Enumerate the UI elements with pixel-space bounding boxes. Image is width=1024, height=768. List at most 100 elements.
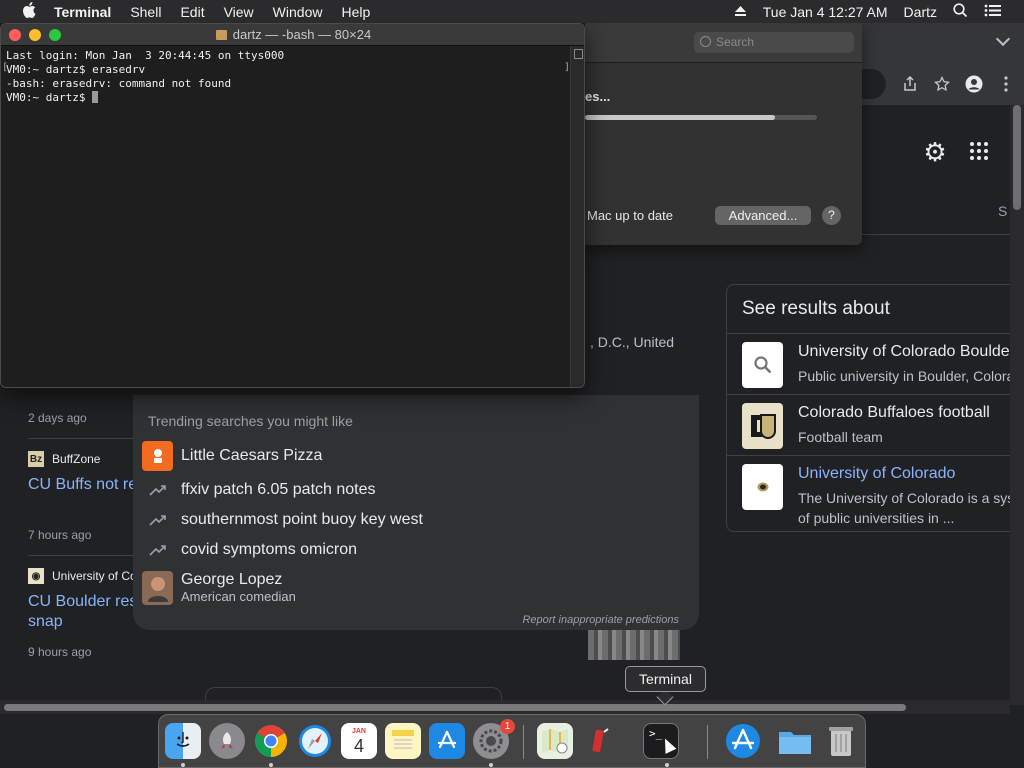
safari-icon[interactable] [297,723,333,759]
automatic-updates-label: Mac up to date [587,208,673,223]
suggestion-item[interactable]: ffxiv patch 6.05 patch notes [142,475,376,505]
terminal-scrollbar[interactable] [570,46,584,387]
dock-separator [523,725,524,759]
suggestion-item[interactable]: George Lopez American comedian [142,571,296,605]
menu-extras: Tue Jan 4 12:27 AM Dartz [734,2,1024,21]
result-subtitle-line2: of public universities in ... [798,510,955,526]
menu-view[interactable]: View [224,4,254,20]
news-title-link[interactable]: CU Buffs not re [28,475,137,495]
trash-icon[interactable] [823,723,859,759]
result-subtitle: Football team [798,429,883,445]
dock: JAN 4 1 >_ [158,714,866,768]
news-source: ◉ University of Co [28,568,137,584]
news-timestamp: 9 hours ago [28,645,92,659]
divider [28,438,148,439]
news-source: Bz BuffZone [28,451,100,467]
result-item[interactable]: University of Colorado Boulde Public uni… [727,334,1024,395]
finder-icon[interactable] [165,723,201,759]
window-titlebar: Search [585,23,862,63]
suggestion-sublabel: American comedian [181,589,296,604]
terminal-titlebar[interactable]: dartz — -bash — 80×24 [1,24,584,46]
advanced-button[interactable]: Advanced... [715,206,811,225]
spotlight-search-icon[interactable] [953,2,968,21]
trending-icon [142,475,173,505]
split-pane-icon[interactable] [574,49,583,59]
report-predictions-link[interactable]: Report inappropriate predictions [522,614,679,626]
progress-fill [585,115,776,120]
app-menu[interactable]: Terminal [54,4,111,20]
apple-menu-icon[interactable] [20,1,38,22]
terminal-line: VM0:~ dartz$ erasedrv [6,63,146,76]
mark-bracket: [ [2,62,9,73]
search-suggestions-dropdown: Trending searches you might like Little … [133,395,699,630]
scroll-thumb[interactable] [4,704,906,711]
divider [28,555,148,556]
chrome-toolbar [860,63,1024,105]
address-bar-end[interactable] [860,69,886,99]
notification-badge: 1 [500,719,515,734]
calendar-day: 4 [353,735,364,756]
chrome-menu-icon[interactable] [990,68,1022,100]
bookmark-star-icon[interactable] [926,68,958,100]
google-apps-icon[interactable] [970,142,992,164]
calendar-icon[interactable]: JAN 4 [341,723,377,759]
terminal-prompt-glyph: >_ [649,727,663,740]
vertical-scrollbar[interactable] [1010,105,1024,705]
menu-window[interactable]: Window [273,4,323,20]
running-indicator [269,763,273,767]
suggestion-item[interactable]: covid symptoms omicron [142,535,357,565]
eject-icon[interactable] [734,4,747,20]
clock[interactable]: Tue Jan 4 12:27 AM [763,4,888,20]
news-title-link[interactable]: CU Boulder res snap [28,592,137,632]
profile-icon[interactable] [958,68,990,100]
suggestion-label: Little Caesars Pizza [181,447,323,464]
horizontal-scrollbar[interactable] [0,700,1010,714]
maps-icon[interactable] [537,723,573,759]
update-progress-bar [585,115,817,120]
location-text-fragment: , D.C., United [590,334,675,350]
help-button[interactable]: ? [822,206,841,225]
diskutility-pen-icon[interactable] [581,723,617,759]
result-item[interactable]: Colorado Buffaloes football Football tea… [727,395,1024,456]
suggestion-item[interactable]: southernmost point buoy key west [142,505,423,535]
calendar-month: JAN [351,727,366,735]
result-item[interactable]: University of Colorado The University of… [727,456,1024,532]
search-icon [742,342,783,388]
launchpad-icon[interactable] [209,723,245,759]
news-thumbnail[interactable] [588,630,680,660]
terminal-window[interactable]: dartz — -bash — 80×24 Last login: Mon Ja… [0,23,585,388]
dock-separator [707,725,708,759]
suggestion-label: George Lopez [181,571,283,588]
settings-gear-icon[interactable]: ⚙ [920,137,950,167]
menu-edit[interactable]: Edit [180,4,204,20]
tab-search-chevron-icon[interactable] [995,31,1011,47]
news-timestamp: 2 days ago [28,411,87,425]
terminal-title: dartz — -bash — 80×24 [1,27,584,42]
sign-in-fragment[interactable]: S [998,203,1007,219]
control-center-icon[interactable] [984,4,1002,20]
search-icon [700,36,711,47]
running-indicator [489,763,493,767]
home-folder-icon [215,30,227,40]
suggestions-heading: Trending searches you might like [148,413,353,429]
university-favicon-icon: ◉ [28,568,44,584]
suggestion-item[interactable]: Little Caesars Pizza [142,441,322,471]
notes-icon[interactable] [385,723,421,759]
chrome-icon[interactable] [253,723,289,759]
menu-help[interactable]: Help [341,4,370,20]
search-field[interactable]: Search [694,32,854,53]
university-seal-icon [742,464,783,510]
share-icon[interactable] [894,68,926,100]
terminal-output[interactable]: Last login: Mon Jan 3 20:44:45 on ttys00… [6,49,284,105]
system-preferences-icon[interactable]: 1 [473,719,515,759]
terminal-line: -bash: erasedrv: command not found [6,77,232,90]
terminal-prompt: VM0:~ dartz$ [6,91,93,104]
terminal-prompt-line: VM0:~ dartz$ [6,91,284,105]
downloads-folder-icon[interactable] [777,723,813,759]
result-title-link[interactable]: University of Colorado [798,465,955,483]
app-store-folder-icon[interactable] [725,723,761,759]
user-name[interactable]: Dartz [904,4,937,20]
menu-shell[interactable]: Shell [130,4,161,20]
app-store-icon[interactable] [429,723,465,759]
scroll-thumb[interactable] [1013,105,1021,210]
